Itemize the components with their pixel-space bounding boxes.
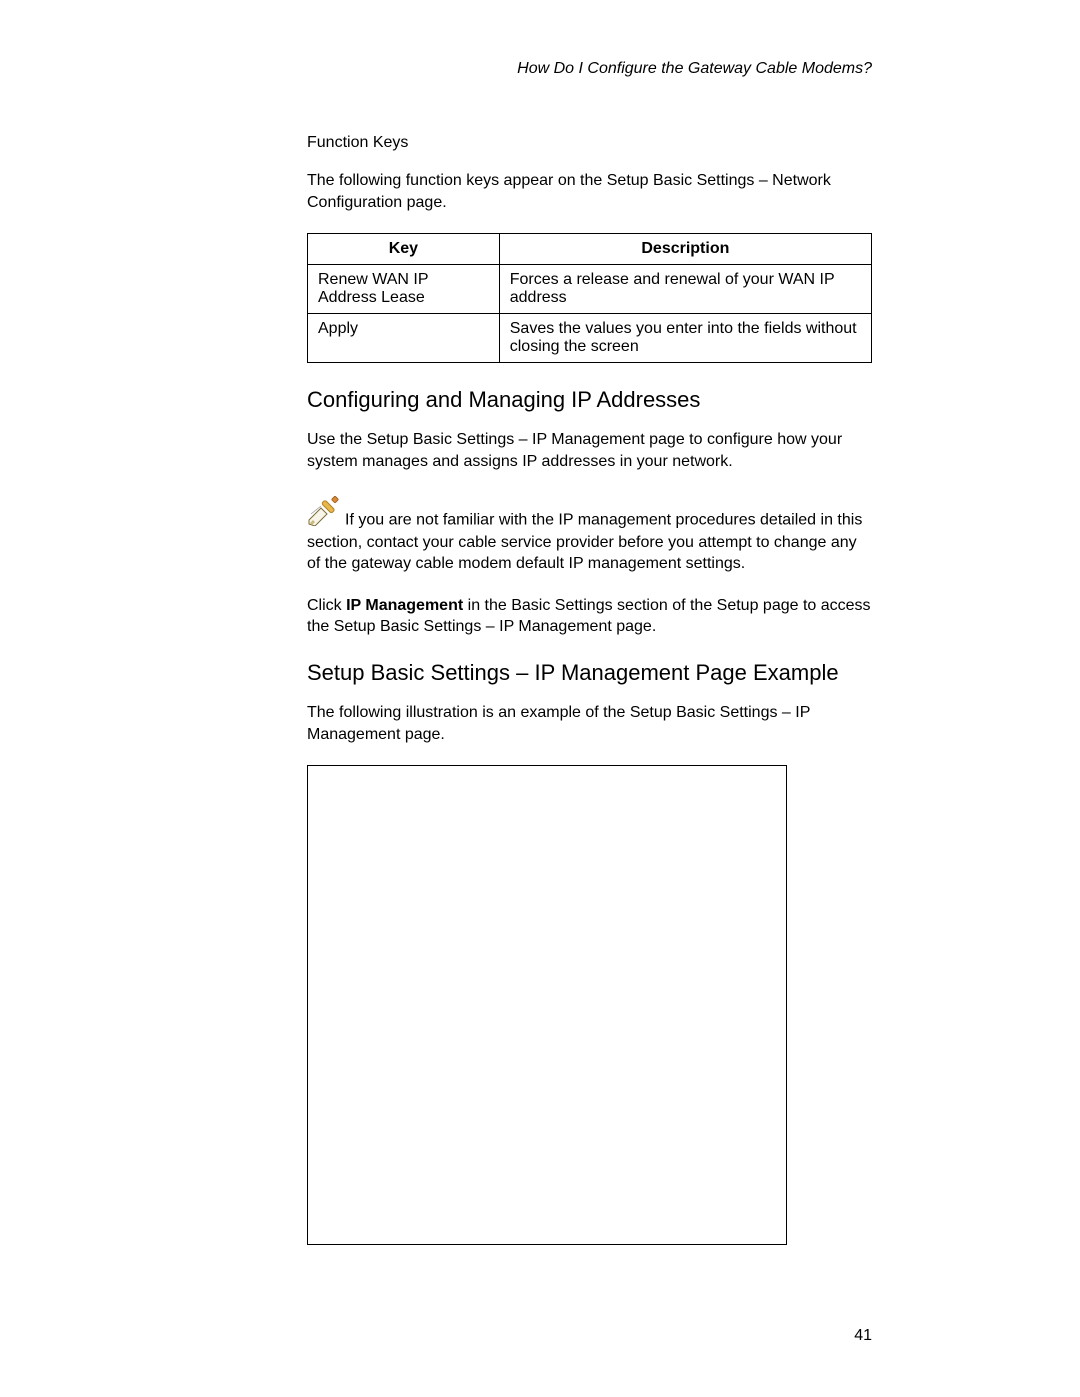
running-header: How Do I Configure the Gateway Cable Mod… <box>517 60 872 78</box>
page-number: 41 <box>854 1327 872 1345</box>
function-keys-label: Function Keys <box>307 134 872 152</box>
example-section-heading: Setup Basic Settings – IP Management Pag… <box>307 660 872 686</box>
click-prefix: Click <box>307 597 346 614</box>
table-row: Renew WAN IP Address Lease Forces a rele… <box>308 265 872 314</box>
function-keys-table: Key Description Renew WAN IP Address Lea… <box>307 233 872 363</box>
click-instruction: Click IP Management in the Basic Setting… <box>307 595 872 638</box>
cell-key: Renew WAN IP Address Lease <box>308 265 500 314</box>
page-body: Function Keys The following function key… <box>307 134 872 1245</box>
cell-description: Saves the values you enter into the fiel… <box>499 314 871 363</box>
note-icon <box>307 496 341 533</box>
example-section-intro: The following illustration is an example… <box>307 702 872 745</box>
function-keys-intro: The following function keys appear on th… <box>307 170 872 213</box>
document-page: How Do I Configure the Gateway Cable Mod… <box>0 0 1080 1397</box>
note-block: If you are not familiar with the IP mana… <box>307 492 872 574</box>
click-bold: IP Management <box>346 597 463 614</box>
col-key: Key <box>308 234 500 265</box>
table-row: Apply Saves the values you enter into th… <box>308 314 872 363</box>
table-header-row: Key Description <box>308 234 872 265</box>
ip-section-heading: Configuring and Managing IP Addresses <box>307 387 872 413</box>
cell-description: Forces a release and renewal of your WAN… <box>499 265 871 314</box>
illustration-placeholder <box>307 765 787 1245</box>
cell-key: Apply <box>308 314 500 363</box>
ip-section-intro: Use the Setup Basic Settings – IP Manage… <box>307 429 872 472</box>
note-text: If you are not familiar with the IP mana… <box>307 512 862 572</box>
col-description: Description <box>499 234 871 265</box>
